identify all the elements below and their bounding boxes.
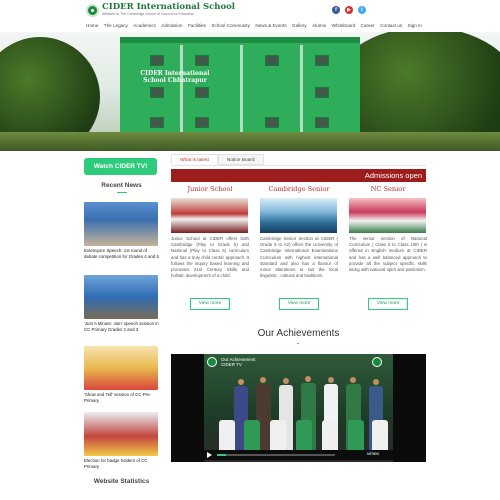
news-thumbnail[interactable]: [84, 275, 158, 319]
news-caption[interactable]: Election for badge holders of CC Primary: [84, 458, 159, 469]
admissions-open-text[interactable]: Admissions open: [365, 170, 422, 181]
nav-admission[interactable]: Admission: [161, 23, 182, 28]
news-thumbnail[interactable]: [84, 346, 158, 390]
admissions-banner[interactable]: Admissions open: [171, 169, 426, 182]
sidebar: Watch CIDER TV! Recent News Extempore Sp…: [84, 158, 159, 485]
facebook-icon[interactable]: f: [332, 6, 340, 14]
view-more-button[interactable]: View more: [368, 298, 408, 310]
nav-gallery[interactable]: Gallery: [292, 23, 307, 28]
nav-facilities[interactable]: Facilities: [188, 23, 206, 28]
school-name: CIDER International School: [102, 2, 236, 12]
view-more-button[interactable]: View more: [190, 298, 230, 310]
cambridge-senior-card: Cambridge Senior Cambridge Senior Sectio…: [260, 182, 338, 310]
school-tagline: Affiliated to The Cambridge School of Co…: [102, 12, 195, 16]
nav-alumni[interactable]: Alumni: [312, 23, 326, 28]
vimeo-logo[interactable]: vimeo: [367, 451, 379, 456]
achievements-title: Our Achievements: [257, 328, 340, 339]
main-nav: Home The Legacy Academics Admission Faci…: [86, 23, 427, 28]
card-title: NC Senior: [370, 185, 406, 193]
news-caption[interactable]: Extempore Speech: 1st round of debate co…: [84, 248, 159, 259]
news-item[interactable]: Election for badge holders of CC Primary: [84, 412, 159, 469]
progress-fill: [217, 454, 227, 456]
nav-home[interactable]: Home: [86, 23, 98, 28]
hero-banner: CIDER International School Chhatrapur: [0, 32, 500, 151]
watch-cider-tv-button[interactable]: Watch CIDER TV!: [84, 158, 157, 175]
building-sign: CIDER International School Chhatrapur: [140, 70, 210, 84]
nav-contact-us[interactable]: Contact us: [380, 23, 402, 28]
content-tabs: What is latest Notice Board: [171, 154, 264, 165]
nav-the-legacy[interactable]: The Legacy: [104, 23, 128, 28]
card-image: [260, 198, 337, 233]
news-item[interactable]: Extempore Speech: 1st round of debate co…: [84, 202, 159, 259]
social-links: f ▶ t: [332, 6, 366, 14]
card-title: Cambridge Senior: [268, 185, 330, 193]
cider-logo-icon: [207, 357, 217, 367]
news-item[interactable]: 'Show and Tell' session of CC Pre-Primar…: [84, 346, 159, 403]
junior-school-card: Junior School Junior School at CIDER off…: [171, 182, 249, 310]
card-text: Junior School at CIDER offers both Cambr…: [171, 236, 249, 279]
site-logo[interactable]: CIDER International School Affiliated to…: [86, 3, 235, 17]
news-caption[interactable]: 'Just A Minute: Jam' speech session in C…: [84, 321, 159, 332]
school-crest-icon: [86, 3, 99, 17]
tab-what-is-latest[interactable]: What is latest: [171, 154, 218, 165]
nav-sign-in[interactable]: Sign In: [408, 23, 422, 28]
card-text: The senior section of National Curriculu…: [349, 236, 427, 273]
tab-notice-board[interactable]: Notice Board: [217, 154, 264, 165]
news-item[interactable]: 'Just A Minute: Jam' speech session in C…: [84, 275, 159, 332]
news-thumbnail[interactable]: [84, 412, 158, 456]
view-more-button[interactable]: View more: [279, 298, 319, 310]
youtube-icon[interactable]: ▶: [345, 6, 353, 14]
achievement-video-player[interactable]: Our Achievement CIDER TV vimeo: [171, 354, 426, 462]
progress-bar[interactable]: [217, 454, 335, 456]
nav-news-events[interactable]: News & Events: [255, 23, 286, 28]
nav-whiteboard[interactable]: Whiteboard: [332, 23, 356, 28]
channel-avatar[interactable]: [372, 357, 382, 367]
recent-news-title: Recent News: [101, 182, 142, 189]
card-text: Cambridge Senior Section at CIDER ( Grad…: [260, 236, 338, 279]
nav-academics[interactable]: Academics: [133, 23, 155, 28]
news-thumbnail[interactable]: [84, 202, 158, 246]
card-title: Junior School: [187, 185, 233, 193]
website-statistics-title: Website Statistics: [93, 478, 150, 485]
card-image: [171, 198, 248, 233]
twitter-icon[interactable]: t: [358, 6, 366, 14]
video-channel: CIDER TV: [221, 362, 242, 367]
nav-career[interactable]: Career: [361, 23, 375, 28]
news-caption[interactable]: 'Show and Tell' session of CC Pre-Primar…: [84, 392, 159, 403]
card-image: [349, 198, 426, 233]
site-header: CIDER International School Affiliated to…: [0, 0, 500, 32]
video-frame[interactable]: [204, 354, 393, 462]
nc-senior-card: NC Senior The senior section of National…: [349, 182, 427, 310]
nav-school-community[interactable]: School Community: [211, 23, 250, 28]
play-icon[interactable]: [207, 452, 212, 458]
